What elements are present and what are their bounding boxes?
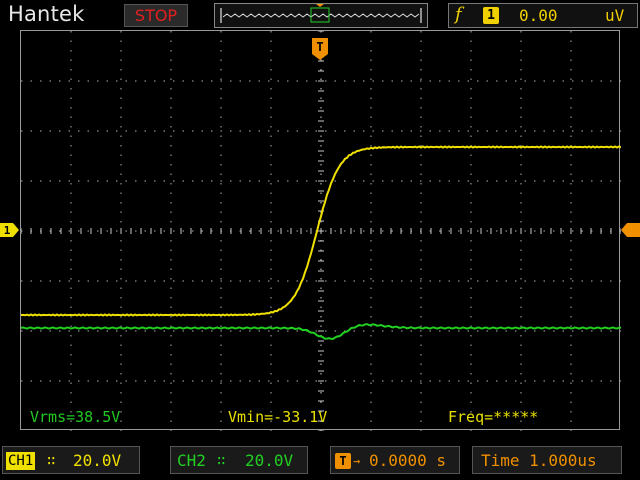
run-stop-button[interactable]: STOP	[124, 4, 188, 27]
ch2-settings[interactable]: CH2 ∷ 20.0V	[170, 446, 308, 474]
ch1-label: CH1	[6, 452, 36, 470]
ch1-marker-label: 1	[4, 224, 11, 237]
trigger-level-value: 0.00	[519, 6, 558, 25]
dc-coupling-icon: ∷	[47, 453, 56, 469]
measurement-vrms: Vrms=38.5V	[30, 408, 121, 426]
dc-coupling-icon: ∷	[217, 453, 226, 469]
top-bar: Hantek STOP f 1 0.00 uV	[0, 0, 640, 30]
waveform-overview-icon	[220, 4, 422, 23]
graticule	[21, 31, 621, 431]
trigger-position-setting[interactable]: T → 0.0000 s	[330, 446, 460, 474]
trigger-position-marker[interactable]: T	[311, 30, 329, 60]
waveform-display[interactable]	[20, 30, 621, 431]
timebase-value: Time 1.000us	[481, 451, 597, 470]
brand-logo: Hantek	[8, 2, 85, 26]
trigger-edge-icon: f	[455, 4, 462, 25]
ch1-settings[interactable]: CH1 ∷ 20.0V	[2, 446, 140, 474]
trigger-marker-label: T	[316, 40, 323, 54]
timebase-setting[interactable]: Time 1.000us	[472, 446, 622, 474]
bottom-bar: CH1 ∷ 20.0V CH2 ∷ 20.0V T → 0.0000 s Tim…	[0, 444, 640, 480]
trigger-settings-panel[interactable]: f 1 0.00 uV	[448, 3, 638, 28]
trigger-level-marker[interactable]	[620, 222, 640, 238]
trigger-level-unit: uV	[605, 6, 625, 25]
trigger-position-value: 0.0000 s	[369, 451, 447, 470]
ch2-scale: 20.0V	[245, 451, 294, 470]
measurement-freq: Freq=*****	[448, 408, 539, 426]
ch1-scale: 20.0V	[73, 451, 122, 470]
trigger-offset-icon: T	[335, 453, 351, 469]
measurement-vmin: Vmin=-33.1V	[228, 408, 328, 426]
arrow-right-icon: →	[353, 454, 361, 468]
ch2-label: CH2	[177, 451, 206, 470]
ch1-ground-marker[interactable]: 1	[0, 222, 20, 238]
trigger-channel-badge: 1	[483, 7, 499, 24]
memory-overview-bar[interactable]	[214, 3, 428, 28]
